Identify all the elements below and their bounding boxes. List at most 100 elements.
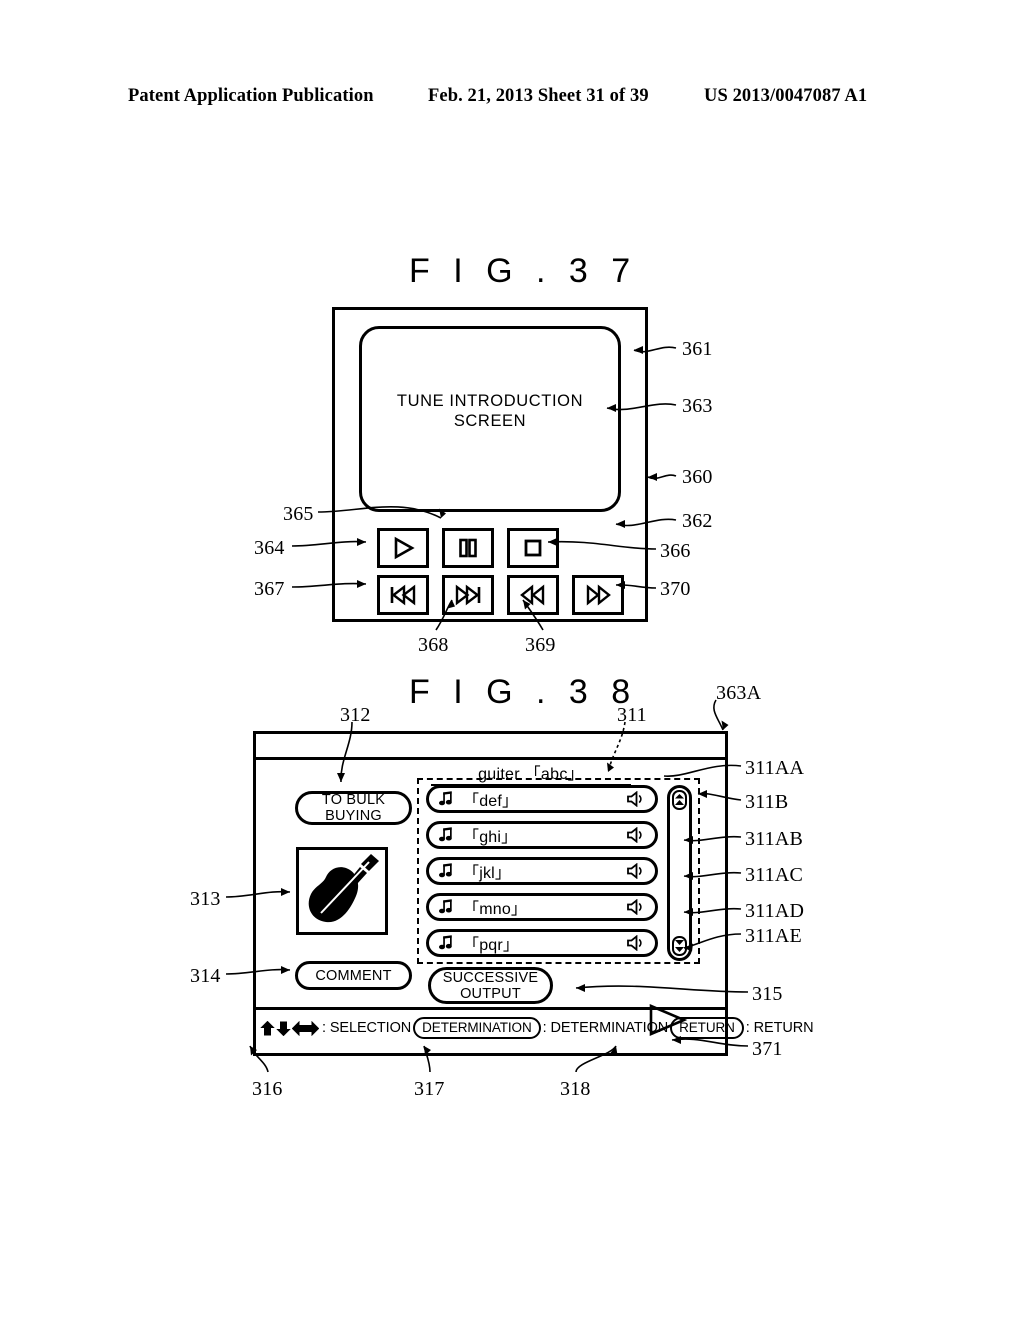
- ref-313: 313: [190, 888, 221, 910]
- previous-button[interactable]: [377, 575, 429, 615]
- rewind-button[interactable]: [507, 575, 559, 615]
- music-note-icon: [438, 935, 454, 951]
- music-note-icon: [438, 827, 454, 843]
- scroll-up-button[interactable]: [672, 790, 687, 810]
- ref-362: 362: [682, 510, 713, 532]
- music-note-icon: [438, 791, 454, 807]
- skip-forward-icon: [455, 584, 481, 606]
- ref-367: 367: [254, 578, 285, 600]
- successive-output-label-line1: SUCCESSIVE: [442, 969, 539, 986]
- fig37-screen-text-line1: TUNE INTRODUCTION: [396, 392, 584, 410]
- ref-311AA: 311AA: [745, 757, 805, 779]
- ref-365: 365: [283, 503, 314, 525]
- fast-forward-button[interactable]: [572, 575, 624, 615]
- speaker-icon[interactable]: [627, 899, 645, 915]
- arrow-left-right-icon: [292, 1020, 319, 1036]
- fig37-display-screen: TUNE INTRODUCTION SCREEN: [359, 326, 621, 512]
- ref-366: 366: [660, 540, 691, 562]
- publication-number: US 2013/0047087 A1: [704, 86, 868, 106]
- speaker-icon[interactable]: [627, 827, 645, 843]
- determination-button[interactable]: DETERMINATION: [413, 1017, 541, 1039]
- stop-button[interactable]: [507, 528, 559, 568]
- speaker-icon[interactable]: [627, 863, 645, 879]
- list-item-label: 「jkl」: [463, 865, 512, 882]
- ref-311: 311: [617, 704, 647, 726]
- list-item[interactable]: 「jkl」: [426, 857, 658, 885]
- tune-list-group: 「def」 「ghi」 「jkl」 「mno」 「pqr」: [417, 778, 700, 964]
- double-chevron-down-icon: [675, 940, 684, 952]
- to-bulk-buying-button[interactable]: TO BULK BUYING: [295, 791, 412, 825]
- pause-button[interactable]: [442, 528, 494, 568]
- list-item[interactable]: 「mno」: [426, 893, 658, 921]
- page-header: Patent Application Publication Feb. 21, …: [128, 86, 896, 112]
- successive-output-button[interactable]: SUCCESSIVE OUTPUT: [428, 967, 553, 1004]
- play-button[interactable]: [377, 528, 429, 568]
- successive-output-label-line2: OUTPUT: [460, 985, 521, 1002]
- to-bulk-buying-label-line1: TO BULK: [321, 792, 386, 808]
- fast-forward-icon: [586, 584, 611, 606]
- ref-311AD: 311AD: [745, 900, 805, 922]
- ref-311AC: 311AC: [745, 864, 804, 886]
- scroll-down-button[interactable]: [672, 936, 687, 956]
- ref-360: 360: [682, 466, 713, 488]
- ref-318: 318: [560, 1078, 591, 1100]
- publication-label: Patent Application Publication: [128, 86, 374, 106]
- arrow-down-icon: [276, 1021, 291, 1036]
- album-thumbnail[interactable]: [296, 847, 388, 935]
- return-hint-text: : RETURN: [745, 1020, 814, 1036]
- list-item-label: 「ghi」: [463, 829, 518, 846]
- ref-363: 363: [682, 395, 713, 417]
- figure-38-title: F I G . 3 8: [409, 673, 638, 711]
- fig37-screen-text-line2: SCREEN: [453, 412, 527, 430]
- to-bulk-buying-label-line2: BUYING: [325, 808, 382, 824]
- speaker-icon[interactable]: [627, 935, 645, 951]
- list-scrollbar[interactable]: [667, 785, 692, 961]
- ref-311AB: 311AB: [745, 828, 804, 850]
- stop-icon: [524, 539, 542, 557]
- list-item[interactable]: 「pqr」: [426, 929, 658, 957]
- ref-371: 371: [752, 1038, 783, 1060]
- arrow-up-icon: [260, 1020, 275, 1035]
- ref-368: 368: [418, 634, 449, 656]
- fig37-screen-text: TUNE INTRODUCTION SCREEN: [362, 391, 618, 431]
- fig38-screen-frame: TO BULK BUYING COMMENT guiter 「abc」 「def…: [253, 731, 814, 1056]
- ref-311B: 311B: [745, 791, 789, 813]
- list-item[interactable]: 「ghi」: [426, 821, 658, 849]
- ref-363A: 363A: [716, 682, 762, 704]
- next-button[interactable]: [442, 575, 494, 615]
- rewind-icon: [520, 584, 545, 606]
- skip-backward-icon: [390, 584, 416, 606]
- list-item-label: 「def」: [463, 793, 519, 810]
- ref-315: 315: [752, 983, 783, 1005]
- leader-lines-overlay: [225, 346, 749, 1073]
- double-chevron-up-icon: [675, 794, 684, 805]
- list-item[interactable]: 「def」: [426, 785, 658, 813]
- list-item-label: 「mno」: [463, 901, 528, 918]
- pause-icon: [459, 538, 477, 558]
- ref-369: 369: [525, 634, 556, 656]
- play-icon: [394, 536, 415, 560]
- ref-316: 316: [252, 1078, 283, 1100]
- music-note-icon: [438, 863, 454, 879]
- ref-311AE: 311AE: [745, 925, 802, 947]
- fig38-top-band: [256, 734, 725, 760]
- publication-date-sheet: Feb. 21, 2013 Sheet 31 of 39: [428, 86, 649, 106]
- comment-button[interactable]: COMMENT: [295, 961, 412, 990]
- ref-312: 312: [340, 704, 371, 726]
- speaker-icon[interactable]: [627, 791, 645, 807]
- ref-317: 317: [414, 1078, 445, 1100]
- music-note-icon: [438, 899, 454, 915]
- ref-364: 364: [254, 537, 285, 559]
- selection-hint-text: : SELECTION: [322, 1020, 412, 1036]
- comment-label: COMMENT: [315, 967, 392, 984]
- fig37-device-body: TUNE INTRODUCTION SCREEN: [332, 307, 648, 622]
- list-item-label: 「pqr」: [463, 937, 520, 954]
- fig38-status-bar: : SELECTION DETERMINATION : DETERMINATIO…: [256, 1007, 814, 1053]
- ref-370: 370: [660, 578, 691, 600]
- determination-hint-text: : DETERMINATION: [542, 1020, 669, 1036]
- return-button[interactable]: RETURN: [670, 1017, 744, 1039]
- ref-361: 361: [682, 338, 713, 360]
- ref-314: 314: [190, 965, 221, 987]
- status-bar-hints: : SELECTION DETERMINATION : DETERMINATIO…: [260, 1017, 815, 1039]
- guitar-icon: [308, 854, 379, 923]
